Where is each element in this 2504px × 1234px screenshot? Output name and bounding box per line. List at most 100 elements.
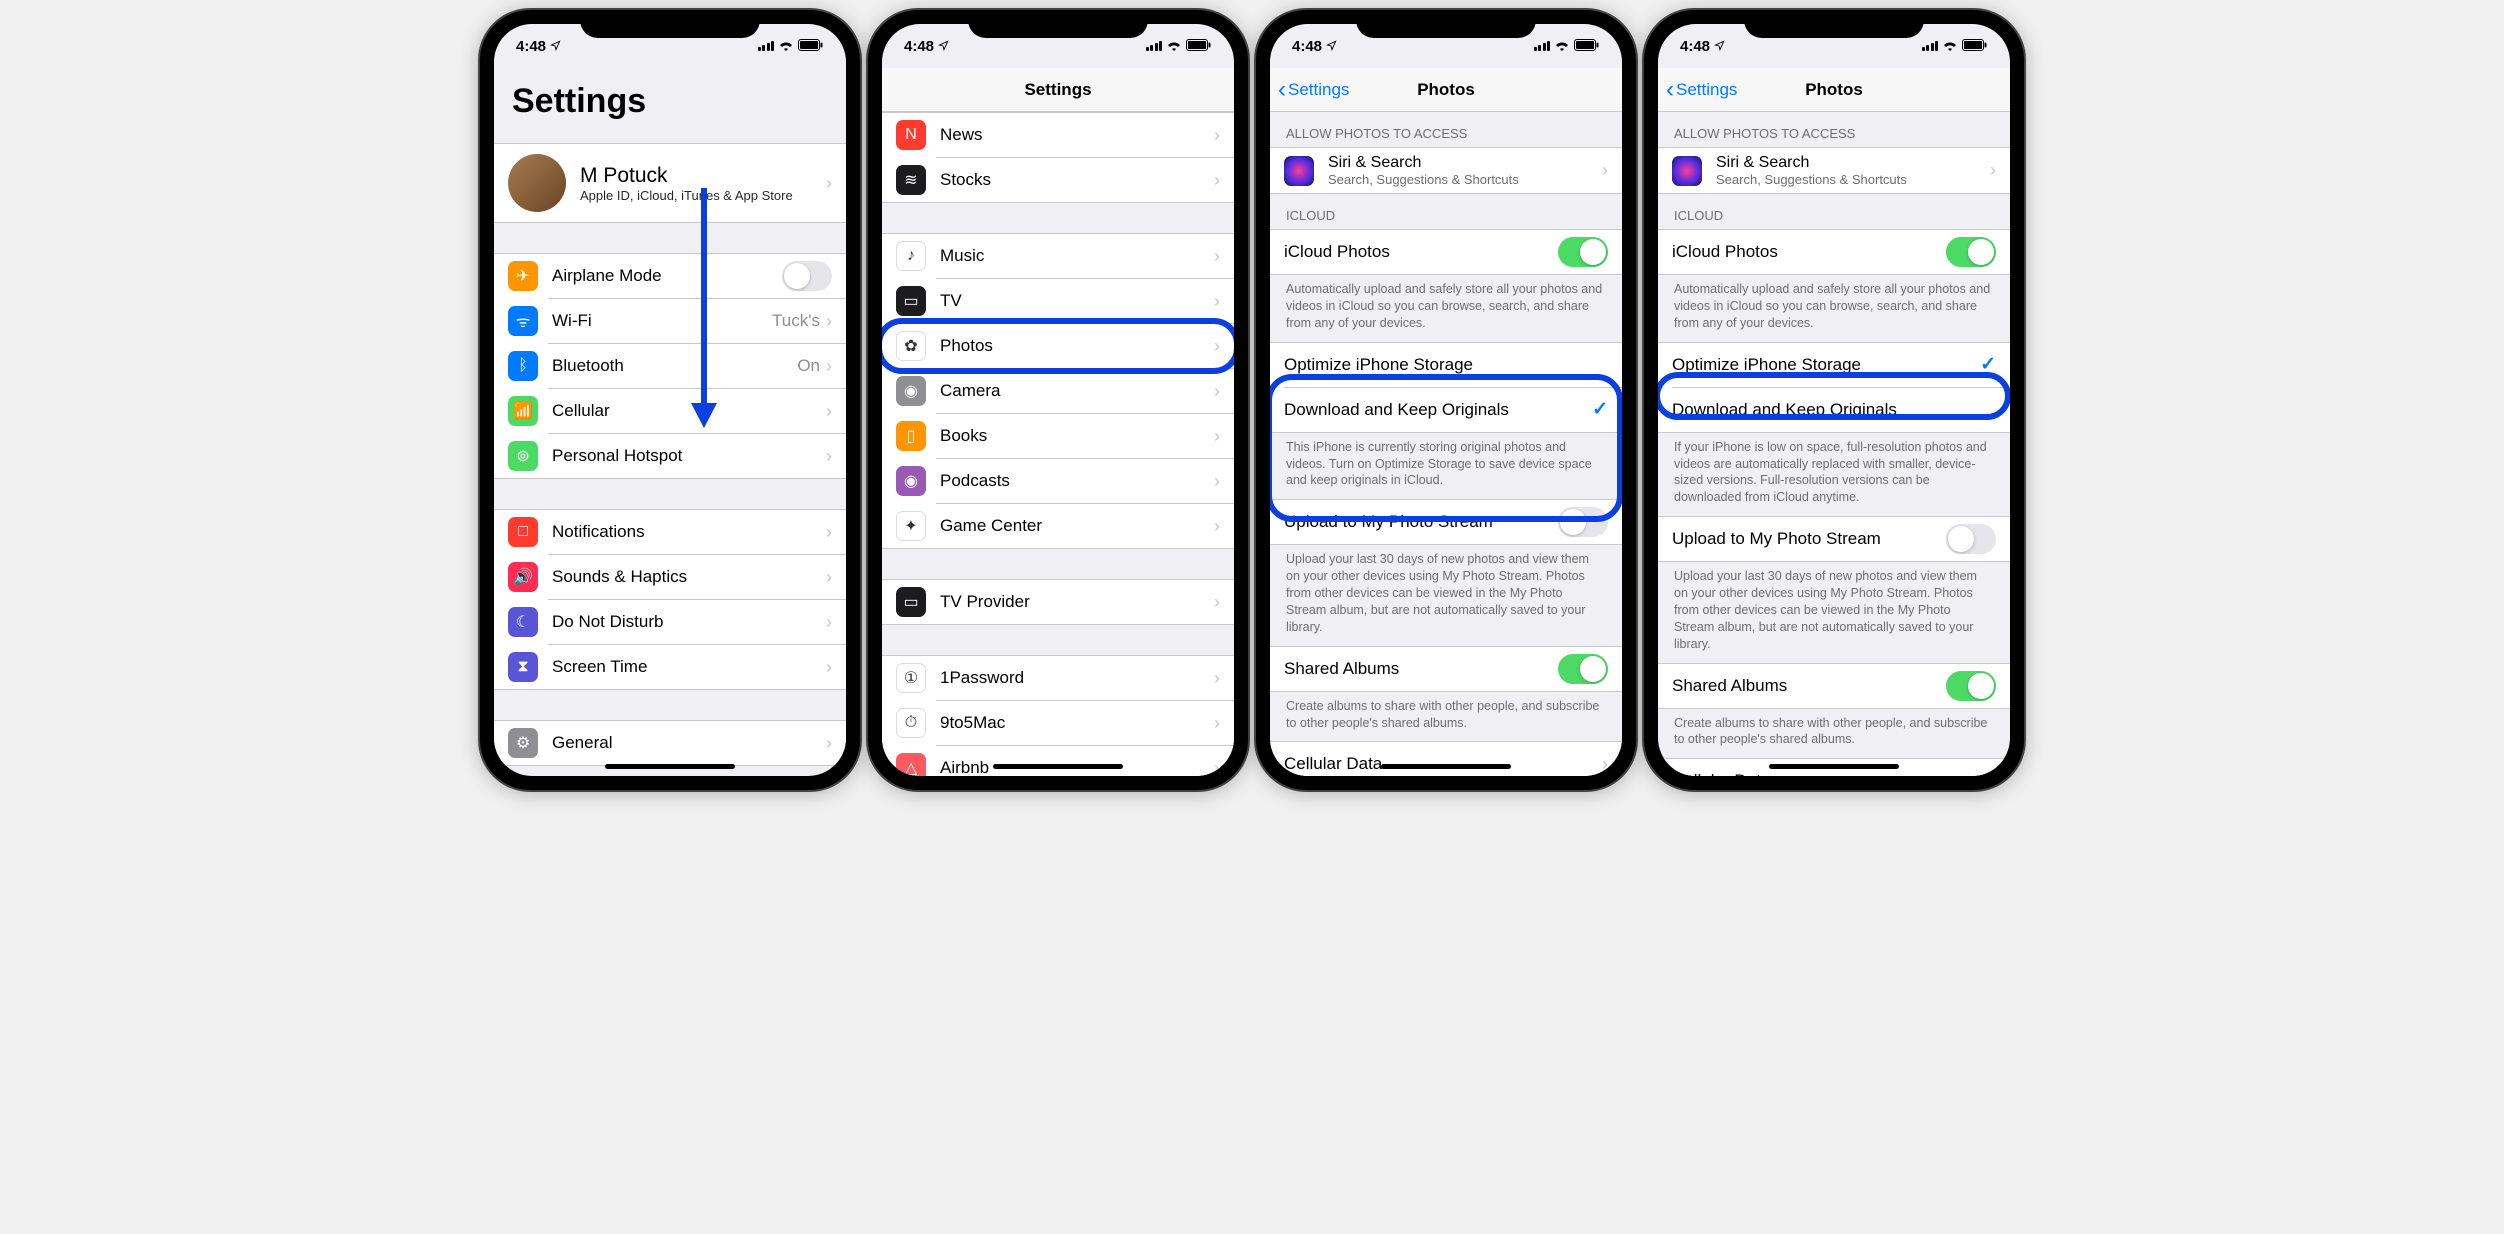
row-label: 9to5Mac — [940, 713, 1214, 733]
settings-row-do-not-disturb[interactable]: ☾Do Not Disturb› — [494, 600, 846, 644]
home-indicator[interactable] — [993, 764, 1123, 769]
settings-row-airplane-mode[interactable]: ✈Airplane Mode — [494, 254, 846, 298]
chevron-right-icon: › — [1214, 668, 1220, 689]
row-label: Personal Hotspot — [552, 446, 826, 466]
row-label: News — [940, 125, 1214, 145]
news-icon: N — [896, 120, 926, 150]
settings-row-photos[interactable]: ✿Photos› — [882, 324, 1234, 368]
icloud-photos-toggle[interactable] — [1946, 237, 1996, 267]
9to5mac-icon: ⏱ — [896, 708, 926, 738]
cellular-icon: 📶 — [508, 396, 538, 426]
photos-icon: ✿ — [896, 331, 926, 361]
scroll-down-arrow — [689, 188, 719, 433]
settings-row-podcasts[interactable]: ◉Podcasts› — [882, 459, 1234, 503]
photo-stream-row[interactable]: Upload to My Photo Stream — [1658, 517, 2010, 561]
back-label: Settings — [1676, 80, 1737, 100]
home-indicator[interactable] — [605, 764, 735, 769]
nav-title: Photos — [1417, 80, 1475, 100]
settings-row-screen-time[interactable]: ⧗Screen Time› — [494, 645, 846, 689]
photo-stream-row[interactable]: Upload to My Photo Stream — [1270, 500, 1622, 544]
shared-albums-row[interactable]: Shared Albums — [1270, 647, 1622, 691]
chevron-right-icon: › — [1214, 758, 1220, 777]
settings-row-airbnb[interactable]: △Airbnb› — [882, 746, 1234, 776]
settings-row-books[interactable]: ▯Books› — [882, 414, 1234, 458]
home-indicator[interactable] — [1769, 764, 1899, 769]
section-header-allow: ALLOW PHOTOS TO ACCESS — [1658, 112, 2010, 147]
wifi-icon — [778, 38, 794, 55]
apple-id-row[interactable]: M Potuck Apple ID, iCloud, iTunes & App … — [494, 144, 846, 222]
settings-row-news[interactable]: N News› — [882, 113, 1234, 157]
photo-stream-toggle[interactable] — [1946, 524, 1996, 554]
settings-row-bluetooth[interactable]: ᛒBluetoothOn› — [494, 344, 846, 388]
row-label: Screen Time — [552, 657, 826, 677]
row-label: Camera — [940, 381, 1214, 401]
shared-albums-row[interactable]: Shared Albums — [1658, 664, 2010, 708]
siri-search-row[interactable]: Siri & Search Search, Suggestions & Shor… — [1270, 148, 1622, 193]
siri-title: Siri & Search — [1328, 154, 1602, 172]
photo-stream-toggle[interactable] — [1558, 507, 1608, 537]
airbnb-icon: △ — [896, 753, 926, 776]
signal-icon — [1922, 41, 1939, 51]
row-label: Sounds & Haptics — [552, 567, 826, 587]
settings-row-wi-fi[interactable]: ᯤWi-FiTuck's› — [494, 299, 846, 343]
settings-row-9to5mac[interactable]: ⏱9to5Mac› — [882, 701, 1234, 745]
battery-icon — [798, 38, 824, 55]
optimize-storage-row[interactable]: Optimize iPhone Storage — [1270, 343, 1622, 387]
home-indicator[interactable] — [1381, 764, 1511, 769]
settings-row-personal-hotspot[interactable]: ⊚Personal Hotspot› — [494, 434, 846, 478]
icloud-photos-row[interactable]: iCloud Photos — [1658, 230, 2010, 274]
optimize-storage-row[interactable]: Optimize iPhone Storage ✓ — [1658, 343, 2010, 387]
shared-albums-toggle[interactable] — [1946, 671, 1996, 701]
settings-row-music[interactable]: ♪Music› — [882, 234, 1234, 278]
icloud-photos-row[interactable]: iCloud Photos — [1270, 230, 1622, 274]
row-label: Do Not Disturb — [552, 612, 826, 632]
download-label: Download and Keep Originals — [1284, 400, 1592, 420]
back-button[interactable]: ‹ Settings — [1666, 76, 1737, 104]
shared-albums-footer: Create albums to share with other people… — [1658, 709, 2010, 759]
chevron-right-icon: › — [1214, 125, 1220, 146]
row-label: TV Provider — [940, 592, 1214, 612]
settings-row-1password[interactable]: ①1Password› — [882, 656, 1234, 700]
hotspot-icon: ⊚ — [508, 441, 538, 471]
settings-row-cellular[interactable]: 📶Cellular› — [494, 389, 846, 433]
download-originals-row[interactable]: Download and Keep Originals — [1658, 388, 2010, 432]
general-icon: ⚙ — [508, 728, 538, 758]
toggle[interactable] — [782, 261, 832, 291]
settings-row-sounds-haptics[interactable]: 🔊Sounds & Haptics› — [494, 555, 846, 599]
shared-albums-toggle[interactable] — [1558, 654, 1608, 684]
cellular-data-row[interactable]: Cellular Data › — [1270, 742, 1622, 776]
phone-2: 4:48 Settings NNews›≋Stocks› ♪Music›▭TV›… — [868, 10, 1248, 790]
location-icon — [1326, 38, 1337, 55]
section-header-allow: ALLOW PHOTOS TO ACCESS — [1270, 112, 1622, 147]
signal-icon — [1146, 41, 1163, 51]
siri-icon — [1672, 156, 1702, 186]
dnd-icon: ☾ — [508, 607, 538, 637]
row-value: Tuck's — [772, 311, 820, 331]
settings-row-game-center[interactable]: ✦Game Center› — [882, 504, 1234, 548]
wifi-icon — [1942, 38, 1958, 55]
row-label: Notifications — [552, 522, 826, 542]
icloud-photos-label: iCloud Photos — [1672, 242, 1946, 262]
siri-search-row[interactable]: Siri & Search Search, Suggestions & Shor… — [1658, 148, 2010, 193]
settings-row-tv[interactable]: ▭TV› — [882, 279, 1234, 323]
chevron-left-icon: ‹ — [1278, 76, 1286, 104]
settings-row-tv-provider[interactable]: ▭TV Provider› — [882, 580, 1234, 624]
settings-row-stocks[interactable]: ≋Stocks› — [882, 158, 1234, 202]
chevron-right-icon: › — [1602, 754, 1608, 775]
download-originals-row[interactable]: Download and Keep Originals ✓ — [1270, 388, 1622, 432]
chevron-right-icon: › — [826, 522, 832, 543]
row-label: General — [552, 733, 826, 753]
location-icon — [550, 38, 561, 55]
notch — [968, 10, 1148, 38]
wifi-icon: ᯤ — [508, 306, 538, 336]
profile-name: M Potuck — [580, 164, 826, 188]
icloud-photos-toggle[interactable] — [1558, 237, 1608, 267]
podcasts-icon: ◉ — [896, 466, 926, 496]
settings-row-general[interactable]: ⚙General› — [494, 721, 846, 765]
chevron-right-icon: › — [1214, 471, 1220, 492]
back-button[interactable]: ‹ Settings — [1278, 76, 1349, 104]
settings-row-camera[interactable]: ◉Camera› — [882, 369, 1234, 413]
signal-icon — [1534, 41, 1551, 51]
settings-row-notifications[interactable]: □Notifications› — [494, 510, 846, 554]
row-label: Photos — [940, 336, 1214, 356]
